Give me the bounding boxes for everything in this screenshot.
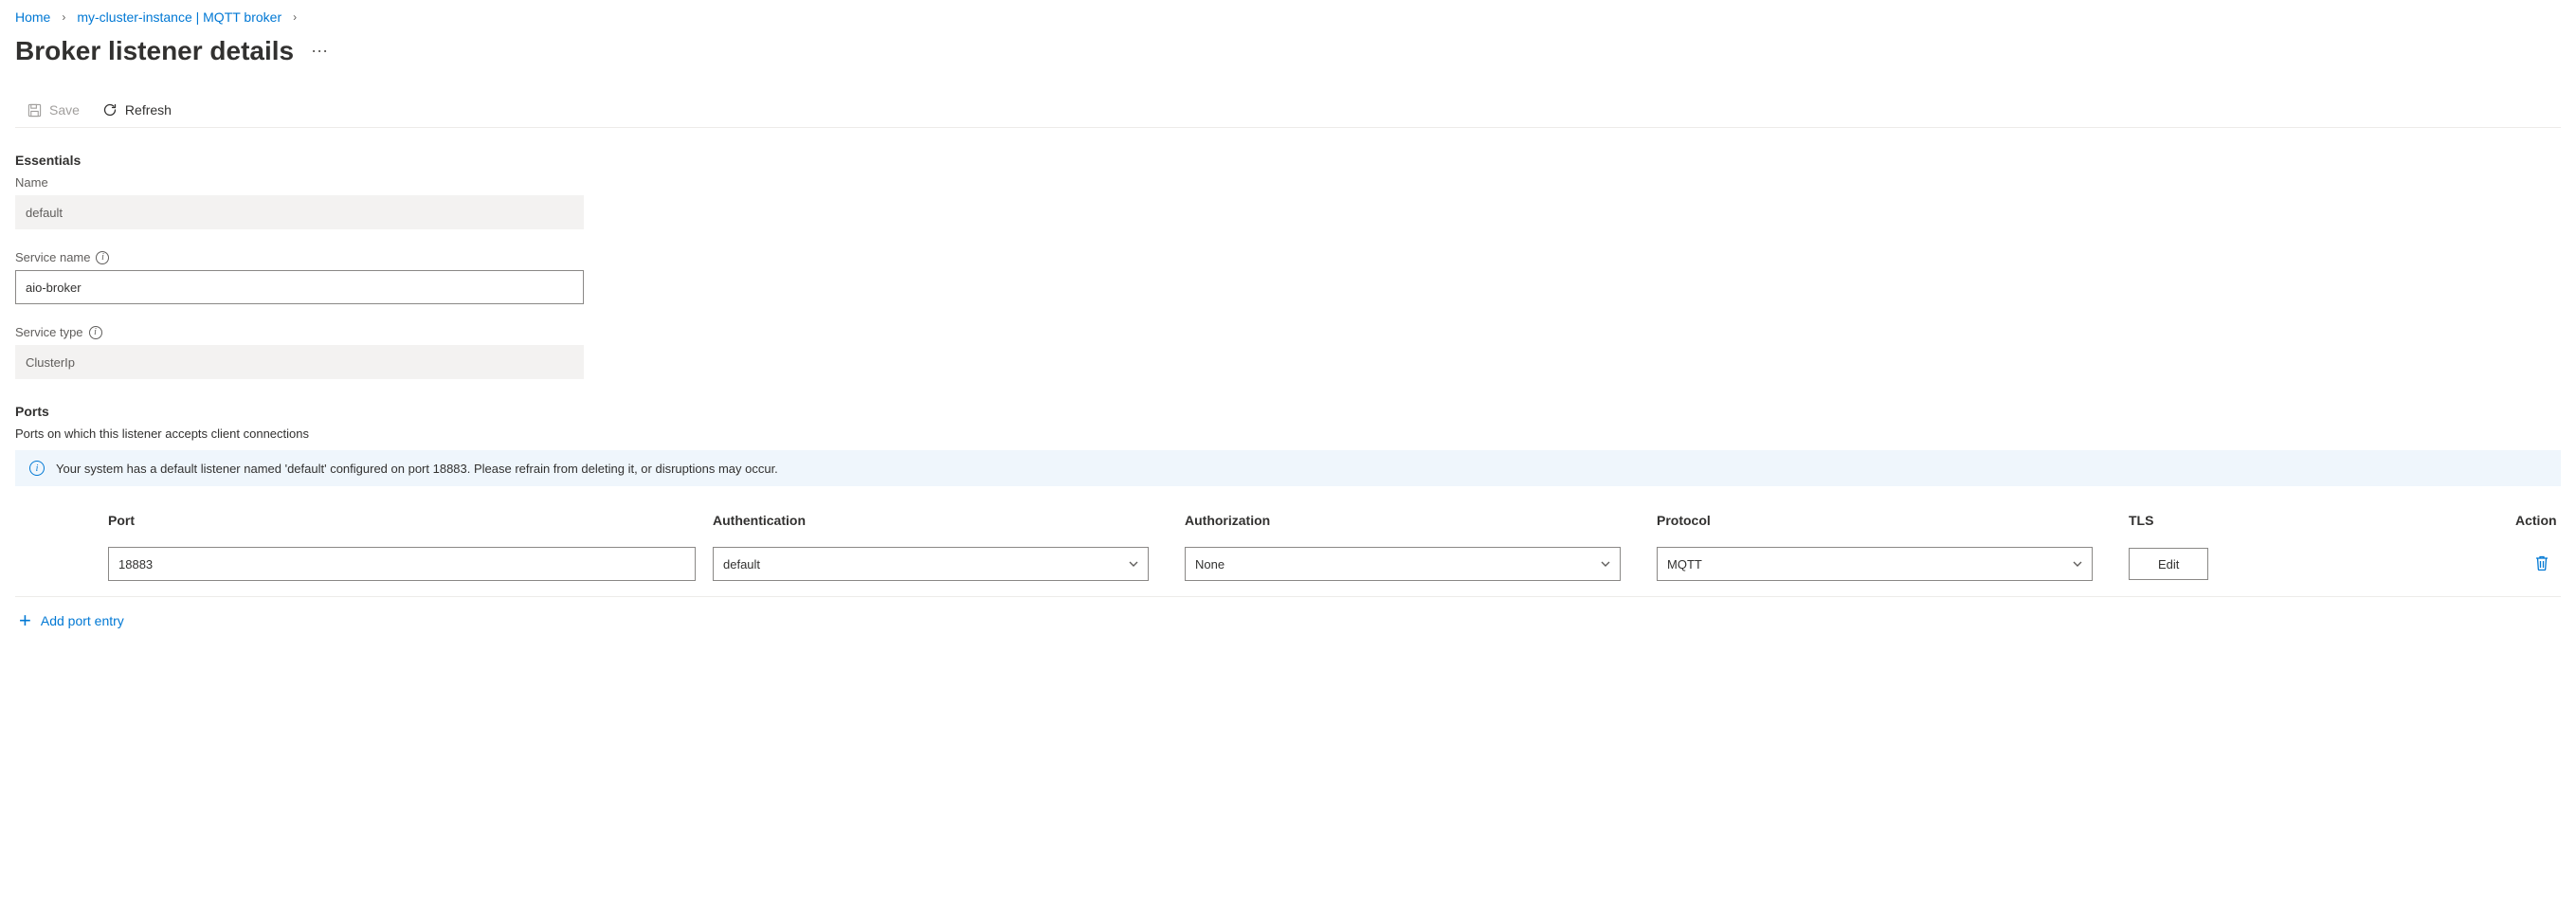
service-type-label: Service type (15, 325, 83, 339)
ports-table-header: Port Authentication Authorization Protoc… (15, 505, 2561, 543)
col-action: Action (2515, 513, 2563, 528)
col-port: Port (108, 513, 705, 528)
breadcrumb-cluster[interactable]: my-cluster-instance | MQTT broker (77, 9, 281, 25)
name-label: Name (15, 175, 2561, 190)
name-input (15, 195, 584, 229)
info-banner-text: Your system has a default listener named… (56, 462, 778, 476)
port-input[interactable] (108, 547, 696, 581)
col-authz: Authorization (1185, 513, 1649, 528)
refresh-label: Refresh (125, 102, 172, 118)
essentials-section: Essentials Name Service name i Service t… (15, 128, 2561, 379)
col-auth: Authentication (713, 513, 1177, 528)
save-button[interactable]: Save (27, 102, 80, 118)
refresh-icon (102, 102, 118, 118)
page-title-row: Broker listener details ⋯ (15, 30, 2561, 78)
authentication-select[interactable] (713, 547, 1149, 581)
service-name-input[interactable] (15, 270, 584, 304)
service-type-field: Service type i (15, 325, 2561, 379)
essentials-heading: Essentials (15, 153, 2561, 175)
save-icon (27, 102, 42, 118)
toolbar: Save Refresh (15, 78, 2561, 128)
service-name-field: Service name i (15, 250, 2561, 304)
tls-edit-button[interactable]: Edit (2129, 548, 2208, 580)
refresh-button[interactable]: Refresh (102, 102, 172, 118)
save-label: Save (49, 102, 80, 118)
col-proto: Protocol (1657, 513, 2121, 528)
add-port-label: Add port entry (41, 613, 124, 628)
info-banner: i Your system has a default listener nam… (15, 450, 2561, 486)
info-icon[interactable]: i (96, 251, 109, 264)
info-icon[interactable]: i (89, 326, 102, 339)
service-name-label: Service name (15, 250, 90, 264)
more-actions-button[interactable]: ⋯ (311, 42, 330, 62)
info-icon: i (29, 461, 45, 476)
add-port-button[interactable]: + Add port entry (15, 597, 124, 631)
chevron-right-icon: › (62, 10, 65, 24)
protocol-select[interactable] (1657, 547, 2093, 581)
breadcrumb: Home › my-cluster-instance | MQTT broker… (15, 0, 2561, 30)
ports-section: Ports Ports on which this listener accep… (15, 379, 2561, 631)
trash-icon (2534, 554, 2549, 571)
col-tls: TLS (2129, 513, 2508, 528)
service-type-input (15, 345, 584, 379)
ports-description: Ports on which this listener accepts cli… (15, 426, 2561, 450)
page-title: Broker listener details (15, 36, 294, 66)
chevron-right-icon: › (293, 10, 297, 24)
plus-icon: + (19, 610, 31, 631)
breadcrumb-home[interactable]: Home (15, 9, 50, 25)
delete-row-button[interactable] (2534, 554, 2555, 571)
authorization-select[interactable] (1185, 547, 1621, 581)
name-field: Name (15, 175, 2561, 229)
table-row: Edit (15, 543, 2561, 597)
ports-heading: Ports (15, 404, 2561, 426)
